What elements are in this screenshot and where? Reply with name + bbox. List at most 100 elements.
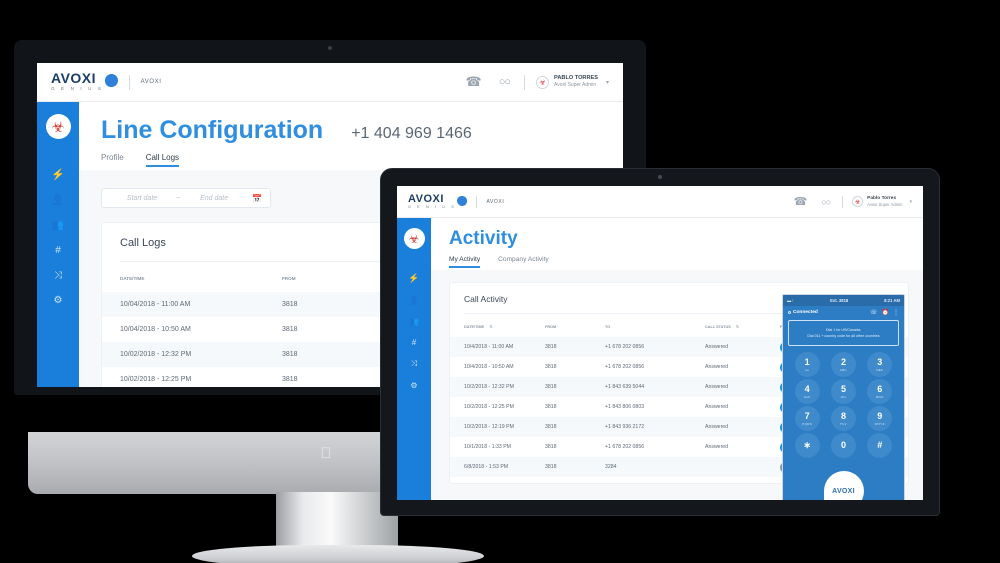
softphone-widget[interactable]: ▬↑ Ext. 3818 8:21 AM Connected ☏ ⏰ ⋮ Dia… xyxy=(782,294,905,500)
sidebar-item-groups[interactable]: 👥 xyxy=(37,213,79,238)
user-menu[interactable]: ☣ Pablo Torres Avoxi Super Admin ▾ xyxy=(852,196,912,208)
col-datetime-label: DATE/TIME xyxy=(464,325,485,329)
brand-org: AVOXI xyxy=(486,198,505,205)
desktop-topbar: AVOXI G E N I U S AVOXI ☎ ○○ ☣ PABLO TOR… xyxy=(37,63,623,102)
key-7[interactable]: 7 PQRS xyxy=(794,406,820,432)
chevron-down-icon[interactable]: ▾ xyxy=(606,79,609,86)
call-forward-icon[interactable]: ☎ xyxy=(794,195,808,208)
key-letters: JKL xyxy=(840,394,847,399)
key-4[interactable]: 4 GHI xyxy=(794,379,820,405)
brand-logo[interactable]: AVOXI G E N I U S AVOXI xyxy=(51,70,162,92)
key-0[interactable]: 0 xyxy=(830,433,856,459)
cell-to: +1 843 936 2172 xyxy=(605,424,645,430)
key-digit: 8 xyxy=(840,410,846,421)
col-call-status[interactable]: CALL STATUS ⇅ xyxy=(705,314,780,337)
date-range-separator: ~ xyxy=(176,194,181,202)
sidebar-item-activity[interactable]: ⚡ xyxy=(397,267,431,290)
history-icon[interactable]: ⏰ xyxy=(882,309,889,316)
cell-to: +1 843 639 5044 xyxy=(605,384,645,390)
user-name: PABLO TORRES xyxy=(554,75,598,81)
col-from[interactable]: FROM xyxy=(545,314,605,337)
brand-mark: AVOXI xyxy=(51,70,97,86)
tab-profile[interactable]: Profile xyxy=(101,153,124,167)
laptop-page-header: Activity My Activity Company Activity xyxy=(431,218,923,270)
sidebar-item-settings[interactable]: ⚙ xyxy=(37,288,79,313)
sidebar-item-numbers[interactable]: # xyxy=(397,332,431,353)
voicemail-icon[interactable]: ○○ xyxy=(499,76,511,88)
chevron-down-icon[interactable]: ▾ xyxy=(909,199,912,205)
key-star[interactable]: ∗ xyxy=(794,433,820,459)
key-digit: 1 xyxy=(804,356,810,367)
cell-to: 3284 xyxy=(605,464,617,470)
end-date-input[interactable]: End date xyxy=(182,195,246,202)
desktop-page-header: Line Configuration +1 404 969 1466 Profi… xyxy=(79,102,623,170)
brand-logo[interactable]: AVOXI G E N I U S AVOXI xyxy=(408,193,505,210)
col-datetime[interactable]: DATE/TIME ⇅ xyxy=(450,314,545,337)
sidebar-item-numbers[interactable]: # xyxy=(37,238,79,263)
headset-icon[interactable]: ☏ xyxy=(870,309,878,316)
cell-from: 3818 xyxy=(545,384,557,390)
user-role: Avoxi Super Admin xyxy=(867,201,903,207)
sidebar-item-users[interactable]: 👤 xyxy=(37,188,79,213)
voicemail-icon[interactable]: ○○ xyxy=(821,197,831,207)
user-role: Avoxi Super Admin xyxy=(554,82,597,88)
sidebar-avatar[interactable]: ☣ xyxy=(45,114,71,139)
cell-status: Answered xyxy=(705,424,729,430)
softphone-connection-bar: Connected ☏ ⏰ ⋮ xyxy=(783,306,904,319)
page-title: Activity xyxy=(449,228,518,249)
cell-datetime: 10/1/2018 - 1:33 PM xyxy=(464,444,512,450)
laptop-tabs: My Activity Company Activity xyxy=(431,250,923,268)
screenshot-stage: AVOXI G E N I U S AVOXI ☎ ○○ ☣ PABLO TOR… xyxy=(0,0,1000,563)
sidebar-item-groups[interactable]: 👥 xyxy=(397,311,431,332)
cell-to: +1 843 806 0803 xyxy=(605,404,645,410)
imac-stand-foot xyxy=(192,545,484,563)
brand-org: AVOXI xyxy=(140,79,162,85)
key-3[interactable]: 3 DEF xyxy=(867,352,893,378)
key-hash[interactable]: # xyxy=(867,433,893,459)
call-forward-icon[interactable]: ☎ xyxy=(466,74,482,90)
sidebar-item-settings[interactable]: ⚙ xyxy=(397,375,431,396)
key-8[interactable]: 8 TUV xyxy=(830,406,856,432)
key-digit: # xyxy=(877,440,883,451)
cell-status: Answered xyxy=(705,364,729,370)
col-datetime[interactable]: DATE/TIME xyxy=(102,262,282,292)
calendar-icon[interactable]: 📅 xyxy=(252,194,262,203)
col-from[interactable]: FROM xyxy=(282,262,392,292)
laptop-sidebar: ☣ ⚡ 👤 👥 # ⤨ ⚙ xyxy=(397,218,431,500)
sidebar-avatar[interactable]: ☣ xyxy=(403,228,425,249)
start-date-input[interactable]: Start date xyxy=(110,195,174,202)
tab-my-activity[interactable]: My Activity xyxy=(449,256,481,268)
cell-status: Answered xyxy=(705,404,729,410)
sidebar-item-users[interactable]: 👤 xyxy=(397,290,431,311)
key-9[interactable]: 9 WXYZ xyxy=(867,406,893,432)
tab-call-logs[interactable]: Call Logs xyxy=(145,153,180,167)
user-menu[interactable]: ☣ PABLO TORRES Avoxi Super Admin ▾ xyxy=(536,75,609,89)
more-menu-icon[interactable]: ⋮ xyxy=(893,309,899,316)
key-letters: TUV xyxy=(839,421,847,426)
col-to[interactable]: TO xyxy=(605,314,705,337)
status-led-icon xyxy=(788,311,791,314)
key-6[interactable]: 6 MNO xyxy=(867,379,893,405)
key-digit: 4 xyxy=(804,383,810,394)
sort-icon[interactable]: ⇅ xyxy=(736,325,739,329)
page-phone-number: +1 404 969 1466 xyxy=(351,125,472,142)
key-digit: 0 xyxy=(840,440,846,451)
key-digit: 2 xyxy=(840,356,846,367)
key-1[interactable]: 1 oo xyxy=(794,352,820,378)
cell-to: +1 678 202 0856 xyxy=(605,444,645,450)
cell-datetime: 10/2/2018 - 12:25 PM xyxy=(464,404,514,410)
date-range-filter[interactable]: Start date ~ End date 📅 xyxy=(101,188,271,208)
brand-subtitle: G E N I U S xyxy=(51,86,104,91)
key-digit: 7 xyxy=(804,410,810,421)
softphone-status-bar: ▬↑ Ext. 3818 8:21 AM xyxy=(783,295,904,306)
sidebar-item-activity[interactable]: ⚡ xyxy=(37,161,79,188)
key-2[interactable]: 2 ABC xyxy=(830,352,856,378)
sort-icon[interactable]: ⇅ xyxy=(489,325,492,329)
connection-status: Connected xyxy=(788,310,818,315)
laptop-app: AVOXI G E N I U S AVOXI ☎ ○○ ☣ Pablo Tor… xyxy=(397,186,923,500)
key-letters: ABC xyxy=(839,367,848,372)
sidebar-item-routing[interactable]: ⤨ xyxy=(37,263,79,288)
sidebar-item-routing[interactable]: ⤨ xyxy=(397,353,431,375)
key-5[interactable]: 5 JKL xyxy=(830,379,856,405)
tab-company-activity[interactable]: Company Activity xyxy=(498,256,549,268)
